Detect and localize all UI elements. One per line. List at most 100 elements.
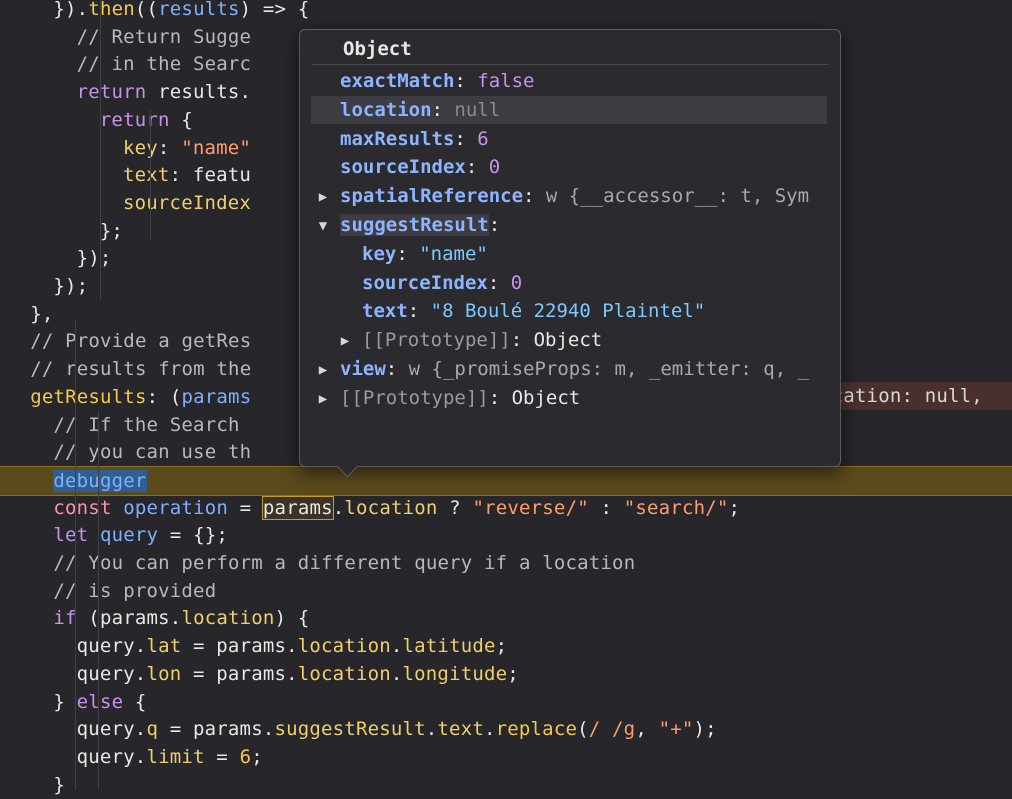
inline-value-text: ocation: null, [820, 385, 983, 407]
code-line[interactable]: let query = {}; [0, 521, 1012, 549]
expand-triangle-icon[interactable]: ▶ [338, 333, 352, 349]
property-row-prototype[interactable]: [[Prototype]]: Object [362, 326, 602, 354]
code-token: . [390, 662, 403, 685]
code-token: return [99, 108, 170, 131]
collapse-triangle-icon[interactable]: ▼ [316, 218, 330, 234]
property-separator: : [454, 70, 478, 92]
code-token: location [344, 496, 438, 519]
code-line[interactable]: if (params.location) { [0, 604, 1012, 632]
property-value: "name" [419, 242, 488, 265]
property-row-view[interactable]: view: w {_promiseProps: m, _emitter: q, … [340, 355, 809, 383]
code-line[interactable]: // is provided [0, 577, 1012, 605]
code-token: 6 [239, 745, 252, 768]
property-row-maxresults[interactable]: maxResults: 6 [340, 125, 489, 153]
property-separator: : [407, 300, 431, 323]
code-token: . [390, 635, 403, 658]
property-row-key[interactable]: key: "name" [362, 240, 488, 268]
property-value: "8 Boulé 22940 Plaintel" [430, 300, 706, 323]
property-separator: : [396, 242, 420, 265]
property-value: 0 [488, 156, 501, 179]
property-row-sourceindex[interactable]: sourceIndex: 0 [362, 269, 522, 297]
expand-triangle-icon[interactable]: ▶ [316, 362, 330, 378]
code-token: const [53, 496, 112, 519]
code-token: ; [728, 496, 741, 519]
property-row-suggestresult[interactable]: suggestResult: [340, 211, 500, 239]
property-row-sourceindex[interactable]: sourceIndex: 0 [340, 153, 500, 181]
code-token: replace [495, 718, 578, 741]
code-token: . [425, 718, 438, 741]
property-value: Object [511, 386, 581, 409]
property-key: key [362, 242, 397, 265]
code-token: location [297, 635, 391, 658]
code-line[interactable]: query.limit = 6; [0, 743, 1012, 771]
code-token: let [53, 524, 89, 547]
property-row-spatialreference[interactable]: spatialReference: w {__accessor__: t, Sy… [340, 182, 809, 210]
code-token: q [146, 718, 159, 741]
code-token: { [123, 690, 147, 713]
code-token: }; [99, 219, 124, 242]
code-line[interactable]: } [0, 771, 1012, 799]
code-line[interactable]: const operation = params.location ? "rev… [0, 494, 1012, 522]
code-token: latitude [402, 635, 496, 658]
code-token: ( [577, 718, 589, 741]
code-token: key [123, 136, 158, 159]
property-key: maxResults [340, 127, 455, 150]
code-token: (params. [76, 607, 182, 630]
code-token: : [588, 496, 624, 519]
code-token: }). [53, 0, 89, 20]
code-line[interactable]: query.q = params.suggestResult.text.repl… [0, 715, 1012, 743]
expand-triangle-icon[interactable]: ▶ [316, 189, 330, 205]
code-token: }, [30, 302, 54, 325]
code-token: // Return Sugge [76, 25, 252, 48]
code-token: = [228, 496, 263, 519]
code-token: return [76, 81, 147, 104]
property-separator: : [488, 214, 501, 236]
code-token: lon [146, 662, 182, 685]
code-line[interactable]: }).then((results) => { [0, 0, 1012, 23]
code-token: query. [76, 718, 147, 741]
property-value: w {__accessor__: t, Sym [545, 185, 810, 208]
code-token: location [297, 662, 391, 685]
code-token: / /g [588, 718, 636, 741]
code-token: query [99, 524, 159, 547]
property-row-prototype[interactable]: [[Prototype]]: Object [340, 384, 580, 412]
code-token: = params. [181, 662, 298, 685]
object-inspector-popup[interactable]: Object exactMatch: false location: null ma… [299, 29, 841, 467]
code-token: = params. [181, 635, 298, 658]
code-token: then [88, 0, 135, 20]
property-value: w {_promiseProps: m, _emitter: q, _ [408, 358, 810, 380]
code-line[interactable]: query.lon = params.location.longitude; [0, 660, 1012, 688]
code-token: longitude [402, 662, 508, 685]
hovered-params-token[interactable]: params [261, 495, 334, 520]
property-key: sourceIndex [340, 156, 466, 179]
code-token: results. [146, 81, 252, 104]
property-value: 0 [510, 271, 523, 294]
property-key: spatialReference [340, 185, 524, 208]
code-token: , [635, 718, 659, 741]
property-row-text[interactable]: text: "8 Boulé 22940 Plaintel" [362, 297, 705, 325]
expand-triangle-icon[interactable]: ▶ [316, 391, 330, 407]
indent-guide [98, 410, 99, 790]
property-row-exactmatch[interactable]: exactMatch: false [340, 67, 534, 95]
code-token: operation [123, 496, 228, 519]
code-line[interactable]: query.lat = params.location.latitude; [0, 632, 1012, 660]
code-token: // is provided [53, 579, 217, 602]
property-key: location [340, 98, 432, 121]
code-token: : featu [169, 164, 252, 187]
code-token: text [123, 164, 170, 187]
code-line[interactable]: // You can perform a different query if … [0, 549, 1012, 577]
code-token: results [158, 0, 240, 20]
code-token: (( [134, 0, 159, 20]
code-line[interactable]: } else { [0, 688, 1012, 716]
code-token: = {}; [158, 524, 228, 547]
paused-debugger-line[interactable]: debugger [0, 465, 1012, 496]
code-token: "name" [181, 136, 252, 159]
code-token: = params. [158, 718, 275, 741]
property-row-location[interactable]: location: null [340, 96, 500, 124]
code-token: . [332, 496, 345, 519]
code-token: ? [437, 496, 473, 519]
code-token: } [53, 773, 66, 796]
code-token: }); [53, 275, 89, 297]
code-token: suggestResult [274, 718, 426, 741]
